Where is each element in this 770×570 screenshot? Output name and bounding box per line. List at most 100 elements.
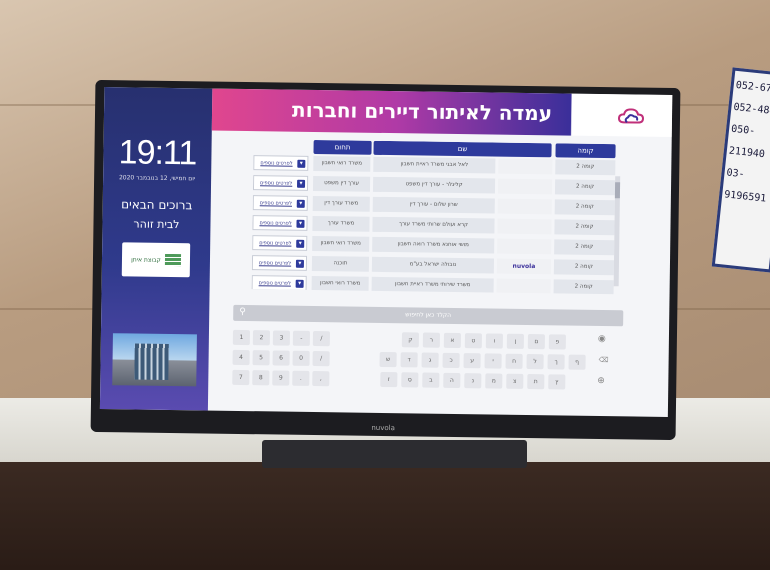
table-row[interactable]: קומה 2 מושי אוחנא משרד רואה חשבון משרד ר… (252, 233, 620, 256)
keyboard-key[interactable]: ס (401, 372, 419, 388)
details-label: לפרטים נוספים (258, 280, 291, 287)
keyboard-key[interactable]: ך (547, 354, 565, 370)
globe-icon[interactable]: ⊕ (597, 376, 605, 386)
page-title: עמדה לאיתור דיירים וחברות (291, 97, 553, 126)
cell-floor: קומה 2 (554, 199, 615, 216)
keyboard-key[interactable]: נ (464, 373, 482, 389)
keyboard-key[interactable]: 1 (232, 329, 251, 346)
keyboard-key[interactable]: / (312, 330, 331, 347)
keyboard-key[interactable]: 0 (292, 350, 310, 366)
details-button[interactable]: לפרטים נוספים ▾ (253, 155, 309, 171)
scrollbar-thumb[interactable] (614, 182, 621, 199)
cell-logo (497, 218, 552, 235)
keyboard-key[interactable]: ף (568, 354, 586, 370)
keyboard-key[interactable]: , (312, 370, 330, 387)
cell-floor: קומה 2 (554, 179, 616, 196)
keyboard-key[interactable]: ל (526, 353, 544, 370)
cell-logo (498, 158, 553, 175)
cell-logo (497, 178, 553, 195)
keyboard-key[interactable]: ש (379, 351, 397, 368)
keyboard-key[interactable]: . (292, 370, 310, 386)
details-button[interactable]: לפרטים נוספים ▾ (252, 215, 308, 231)
details-button[interactable]: לפרטים נוספים ▾ (251, 275, 307, 291)
keyboard-key[interactable]: 6 (272, 350, 290, 366)
monitor-brand: nuvola (371, 423, 395, 433)
keyboard-key[interactable]: ק (401, 332, 419, 348)
backspace-icon[interactable]: ⌫ (599, 356, 609, 364)
cell-name: לאל אבגי משרד ראיית חשבון (373, 156, 496, 174)
keyboard-key[interactable]: ח (505, 353, 523, 369)
cabinet (0, 462, 770, 570)
chevron-down-icon[interactable]: ▾ (296, 239, 305, 248)
cell-field: תוכנה (311, 255, 370, 272)
table-row[interactable]: קומה 2 קרא ועולם שרותי משרד עורך משרד עו… (252, 213, 620, 236)
keyboard-key[interactable]: י (484, 353, 502, 369)
keyboard-key[interactable]: ב (422, 372, 440, 388)
keyboard-key[interactable]: ן (506, 333, 524, 349)
building-photo (112, 333, 197, 387)
cell-field: משרד רואי חשבון (311, 275, 369, 292)
keyboard-key[interactable]: מ (485, 373, 503, 389)
keyboard-key[interactable]: 7 (232, 369, 250, 386)
details-label: לפרטים נוספים (260, 160, 293, 167)
details-label: לפרטים נוספים (259, 220, 292, 227)
details-button[interactable]: לפרטים נוספים ▾ (251, 255, 308, 271)
tenant-table: קומה שם תחום קומה 2 לאל אבגי משרד ראיית … (251, 139, 622, 295)
chevron-down-icon[interactable]: ▾ (296, 219, 305, 228)
sign-line: 03-9196591 (723, 167, 767, 205)
keyboard-key[interactable]: 9 (272, 370, 290, 386)
cell-field: משרד רואי חשבון (313, 155, 371, 172)
cell-name: שרון שלום - עורך דין (372, 196, 495, 214)
keyboard-key[interactable]: ת (527, 373, 545, 390)
header-banner: עמדה לאיתור דיירים וחברות (211, 88, 673, 137)
cell-field: עורך דין משפט (312, 175, 371, 192)
keyboard-key[interactable]: ם (527, 333, 545, 350)
cloud-logo-icon (618, 108, 644, 124)
sponsor-logo-mark-icon (164, 253, 181, 267)
keyboard-key[interactable]: ד (400, 352, 418, 368)
keyboard-key[interactable]: ט (464, 333, 482, 349)
chevron-down-icon[interactable]: ▾ (295, 259, 304, 268)
col-header-floor[interactable]: קומה (555, 143, 616, 159)
keyboard-key[interactable]: - (292, 330, 311, 346)
search-input[interactable]: ⚲ הקלד כאן לחיפוש (233, 304, 624, 327)
table-row[interactable]: קומה 2 משרד שירותי משרד ראיית חשבון משרד… (251, 273, 620, 295)
table-row[interactable]: קומה 2 קליגלר - עורך דין משפט עורך דין מ… (252, 173, 621, 196)
details-button[interactable]: לפרטים נוספים ▾ (252, 235, 308, 251)
chevron-down-icon[interactable]: ▾ (297, 179, 306, 188)
keyboard-key[interactable]: 5 (252, 350, 270, 366)
keyboard-key[interactable]: כ (442, 352, 460, 369)
keyboard-key[interactable]: 8 (252, 370, 270, 386)
details-button[interactable]: לפרטים נוספים ▾ (252, 195, 308, 211)
keyboard-key[interactable]: ר (422, 332, 440, 348)
search-placeholder: הקלד כאן לחיפוש (405, 311, 452, 319)
keyboard-key[interactable]: צ (506, 373, 524, 389)
table-row[interactable]: קומה 2 שרון שלום - עורך דין משרד עורך די… (252, 193, 621, 216)
table-row[interactable]: קומה 2 לאל אבגי משרד ראיית חשבון משרד רו… (253, 153, 621, 176)
keyboard-key[interactable]: א (443, 332, 461, 349)
keyboard-key[interactable]: 2 (252, 330, 271, 346)
col-header-field[interactable]: תחום (313, 139, 372, 155)
clock: 19:11 (118, 133, 197, 173)
keyboard-key[interactable]: ע (463, 353, 481, 369)
keyboard-key[interactable]: ג (421, 352, 439, 368)
cell-name: משרד שירותי משרד ראיית חשבון (371, 276, 494, 294)
details-label: לפרטים נוספים (260, 180, 293, 187)
keyboard-key[interactable]: ז (380, 371, 398, 388)
eye-icon[interactable]: ◉ (598, 334, 606, 344)
details-button[interactable]: לפרטים נוספים ▾ (252, 175, 309, 191)
chevron-down-icon[interactable]: ▾ (296, 199, 305, 208)
keyboard-key[interactable]: / (312, 350, 330, 367)
search-icon: ⚲ (239, 306, 246, 318)
keyboard-key[interactable]: 3 (272, 330, 291, 346)
cell-field: משרד עורך דין (312, 195, 370, 212)
cell-logo (497, 238, 552, 255)
keyboard-key[interactable]: ץ (548, 374, 566, 390)
keyboard-key[interactable]: ה (443, 372, 461, 389)
table-row[interactable]: קומה 2 nuvola נובולה ישראל בע"מ תוכנה לפ… (251, 253, 620, 276)
chevron-down-icon[interactable]: ▾ (297, 159, 306, 168)
keyboard-key[interactable]: ו (485, 333, 503, 349)
keyboard-key[interactable]: 4 (232, 349, 250, 366)
keyboard-key[interactable]: פ (548, 334, 566, 350)
chevron-down-icon[interactable]: ▾ (295, 279, 304, 288)
